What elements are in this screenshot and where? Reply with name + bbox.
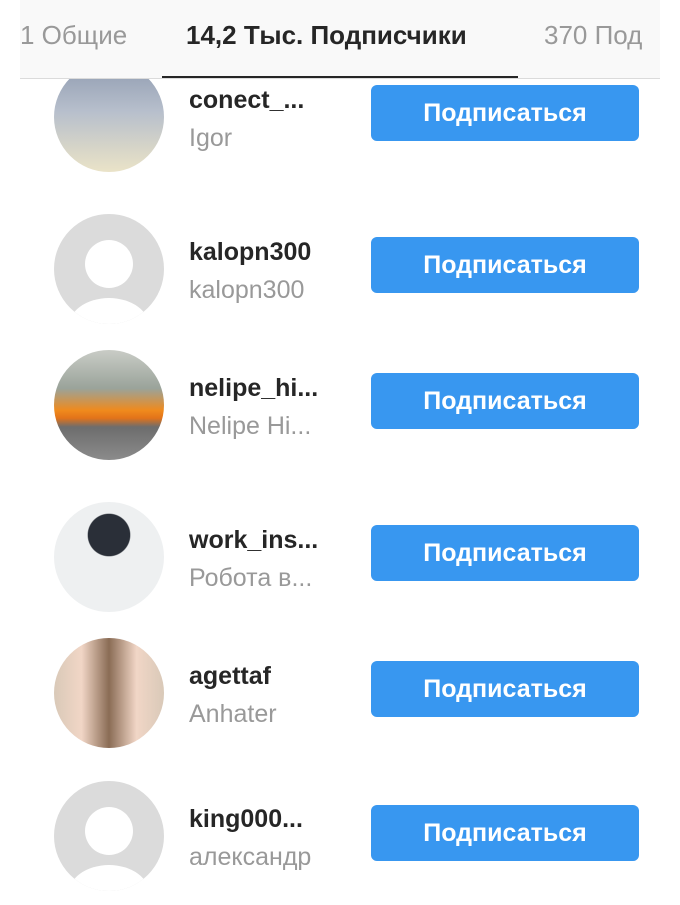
follow-button[interactable]: Подписаться [371,661,639,717]
avatar[interactable] [54,502,164,612]
tab-bar: 1 Общие 14,2 Тыс. Подписчики 370 Под [20,0,660,79]
username[interactable]: king000... [189,805,303,834]
avatar[interactable] [54,638,164,748]
follow-button[interactable]: Подписаться [371,373,639,429]
follow-button[interactable]: Подписаться [371,805,639,861]
full-name: Anhater [189,700,277,728]
username[interactable]: kalopn300 [189,238,311,267]
tab-mutual[interactable]: 1 Общие [20,20,127,51]
full-name: Робота в... [189,564,313,592]
follow-button[interactable]: Подписаться [371,237,639,293]
avatar[interactable] [54,214,164,324]
username[interactable]: work_ins... [189,526,318,555]
tab-followers[interactable]: 14,2 Тыс. Подписчики [186,20,467,51]
full-name: kalopn300 [189,276,305,304]
avatar[interactable] [54,781,164,891]
follow-button[interactable]: Подписаться [371,525,639,581]
username[interactable]: agettaf [189,662,271,691]
tab-following[interactable]: 370 Под [544,20,642,51]
active-tab-indicator [162,76,518,78]
full-name: Nelipe Hi... [189,412,312,440]
avatar[interactable] [54,350,164,460]
full-name: александр [189,843,312,871]
username[interactable]: nelipe_hi... [189,374,318,403]
username[interactable]: conect_... [189,86,304,115]
follow-button[interactable]: Подписаться [371,85,639,141]
full-name: Igor [189,124,233,152]
